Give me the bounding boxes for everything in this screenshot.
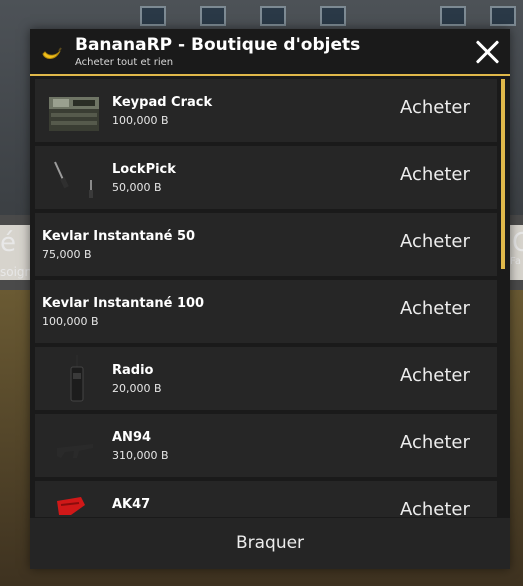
shop-window: BananaRP - Boutique d'objets Acheter tou… bbox=[30, 29, 510, 569]
item-price: 310,000 B bbox=[112, 449, 169, 462]
rob-button[interactable]: Braquer bbox=[30, 518, 510, 569]
shop-header: BananaRP - Boutique d'objets Acheter tou… bbox=[30, 29, 510, 76]
buy-button[interactable]: Acheter bbox=[400, 365, 470, 386]
buy-button[interactable]: Acheter bbox=[400, 298, 470, 319]
building-window bbox=[140, 6, 166, 26]
keypad-crack-icon bbox=[49, 97, 99, 131]
buy-button[interactable]: Acheter bbox=[400, 499, 470, 517]
list-item-lockpick: LockPick 50,000 B Acheter bbox=[35, 146, 497, 209]
building-window bbox=[490, 6, 516, 26]
item-price: 75,000 B bbox=[42, 248, 92, 261]
building-window bbox=[320, 6, 346, 26]
list-item-kevlar-50: Kevlar Instantané 50 75,000 B Acheter bbox=[35, 213, 497, 276]
item-name: AK47 bbox=[112, 497, 151, 512]
shop-footer: Braquer bbox=[30, 518, 510, 569]
item-price: 20,000 B bbox=[112, 382, 162, 395]
radio-icon bbox=[70, 355, 84, 402]
rifle-icon bbox=[57, 444, 93, 458]
building-window bbox=[440, 6, 466, 26]
list-item-kevlar-100: Kevlar Instantané 100 100,000 B Acheter bbox=[35, 280, 497, 343]
buy-button[interactable]: Acheter bbox=[400, 164, 470, 185]
ak47-icon bbox=[57, 497, 85, 515]
building-window bbox=[260, 6, 286, 26]
lockpick-icon bbox=[54, 161, 93, 198]
shop-subtitle: Acheter tout et rien bbox=[75, 57, 174, 68]
item-list[interactable]: Keypad Crack 100,000 B Acheter LockPick … bbox=[35, 79, 498, 517]
item-price: 50,000 B bbox=[112, 181, 162, 194]
close-icon[interactable] bbox=[474, 39, 500, 65]
banana-icon bbox=[42, 47, 62, 59]
bg-sign-right-subtext: Fa bbox=[510, 256, 521, 267]
item-name: Kevlar Instantané 100 bbox=[42, 296, 205, 311]
item-name: Radio bbox=[112, 363, 154, 378]
item-name: LockPick bbox=[112, 162, 176, 177]
shop-title: BananaRP - Boutique d'objets bbox=[75, 35, 361, 55]
buy-button[interactable]: Acheter bbox=[400, 432, 470, 453]
buy-button[interactable]: Acheter bbox=[400, 231, 470, 252]
item-price: 100,000 B bbox=[112, 114, 169, 127]
list-item-keypad-crack: Keypad Crack 100,000 B Acheter bbox=[35, 79, 497, 142]
scrollbar-thumb[interactable] bbox=[501, 79, 505, 269]
bg-sign-left-subtext: soign bbox=[0, 265, 33, 279]
bg-sign-left-text: é bbox=[0, 228, 16, 258]
building-window bbox=[200, 6, 226, 26]
item-price: 100,000 B bbox=[42, 315, 99, 328]
bg-sign-right-text: C bbox=[512, 228, 523, 258]
scrollbar[interactable] bbox=[501, 79, 505, 517]
item-name: AN94 bbox=[112, 430, 152, 445]
list-item-an94: AN94 310,000 B Acheter bbox=[35, 414, 497, 477]
list-item-ak47: AK47 Acheter bbox=[35, 481, 497, 517]
buy-button[interactable]: Acheter bbox=[400, 97, 470, 118]
list-item-radio: Radio 20,000 B Acheter bbox=[35, 347, 497, 410]
item-name: Kevlar Instantané 50 bbox=[42, 229, 196, 244]
item-name: Keypad Crack bbox=[112, 95, 213, 110]
